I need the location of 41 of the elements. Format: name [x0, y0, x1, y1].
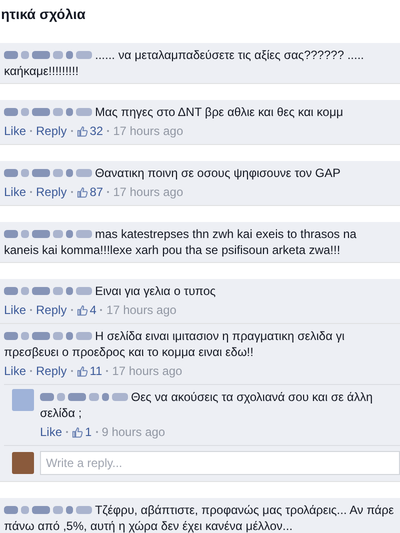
like-link[interactable]: Like [4, 183, 26, 201]
timestamp: 17 hours ago [113, 184, 184, 201]
comment-text: Θες να ακούσεις τα σχολιανά σου και σε άλλη [131, 389, 373, 405]
reply-link[interactable]: Reply [36, 122, 67, 140]
timestamp: 17 hours ago [113, 123, 184, 140]
like-link[interactable]: Like [40, 423, 62, 441]
comment-text: mas katestrepses thn zwh kai exeis to thrasos na [95, 226, 356, 242]
thumbs-up-icon [72, 426, 84, 438]
like-link[interactable]: Like [4, 362, 26, 380]
like-count: 4 [90, 302, 96, 319]
thumbs-up-icon [76, 366, 88, 376]
timestamp: 17 hours ago [112, 363, 182, 380]
reply-link[interactable]: Reply [36, 301, 67, 319]
comment-text: Η σελίδα ειναι ιμιτασιον η πραγματικη σελιδα γι [95, 328, 345, 344]
reply-field[interactable]: Write a reply... [40, 451, 400, 475]
like-count: 11 [90, 363, 102, 380]
like-count: 32 [90, 123, 104, 140]
thumbs-up-icon [76, 186, 88, 198]
timestamp: 9 hours ago [102, 424, 166, 441]
avatar [12, 452, 34, 474]
comment-text: ...... να μεταλαμπαδεύσετε τις αξίες σας?????? ..... [95, 47, 364, 63]
comment-text: πρεσβευει ο προεδρος και το κομμα ειναι εδω!! [4, 344, 254, 360]
avatar [12, 389, 34, 411]
comment-text: Μας πηγες στο ΔΝΤ βρε αθλιε και θες και κομμ [95, 104, 344, 120]
comment-text: Τζέφρυ, αβάπτιστε, προφανώς μας τρολάρεις... Αν πάρε [95, 502, 394, 518]
like-link[interactable]: Like [4, 122, 26, 140]
thumbs-up-icon [76, 304, 88, 316]
reply-link[interactable]: Reply [36, 362, 67, 380]
comment-text: σελίδα ; [40, 405, 82, 421]
comment-text: Ειναι για γελια ο τυπος [95, 283, 216, 299]
like-count: 1 [85, 424, 92, 441]
comment-text: πάνω από ,5%, αυτή η χώρα δεν έχει κανένα μέλλον... [4, 518, 293, 533]
comment-text: Θανατικη ποινη σε οσους ψηφισουνε τον GAP [95, 165, 341, 181]
like-link[interactable]: Like [4, 301, 26, 319]
reply-link[interactable]: Reply [36, 183, 67, 201]
timestamp: 17 hours ago [106, 302, 176, 319]
comment-text: kaneis kai komma!!!lexe xarh pou tha se psifisoun arketa zwa!!! [4, 242, 340, 258]
thumbs-up-icon [76, 126, 88, 136]
section-heading: ητικά σχόλια [0, 5, 86, 24]
comment-text: καήκαμε!!!!!!!!! [4, 63, 79, 79]
like-count: 87 [90, 184, 104, 201]
